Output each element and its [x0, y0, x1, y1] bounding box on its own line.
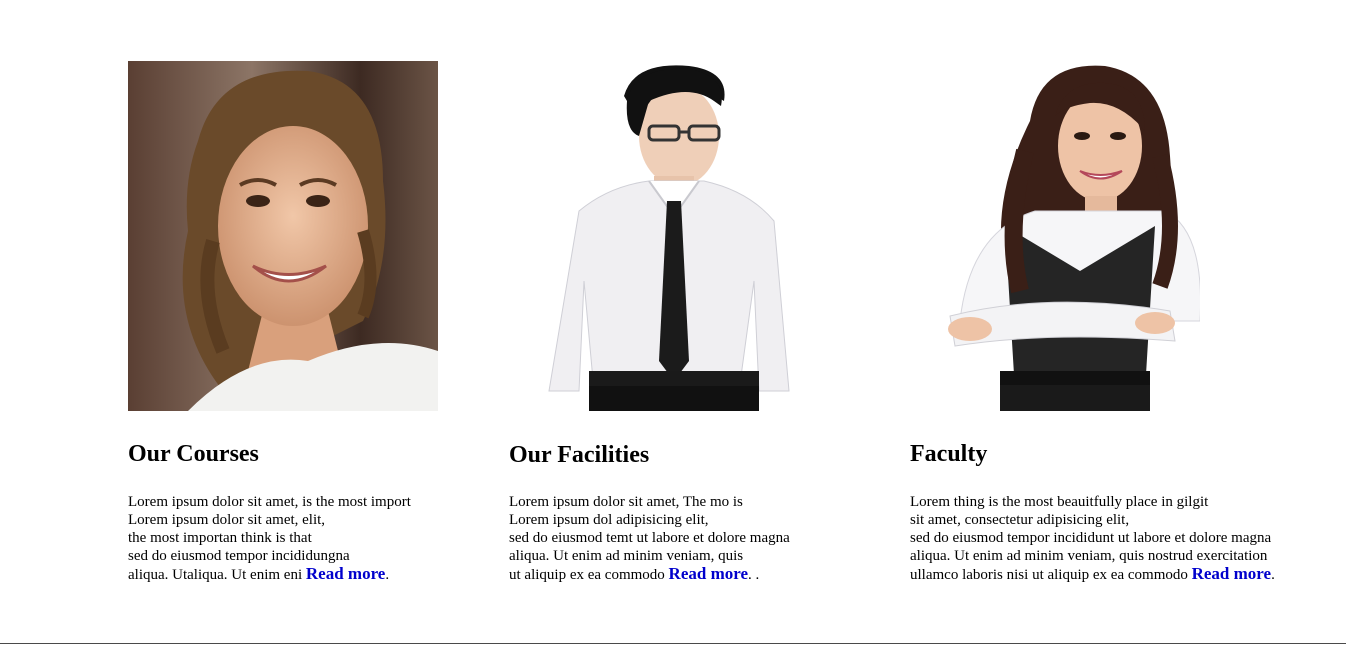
description-line: aliqua. Utaliqua. Ut enim eni	[128, 567, 306, 583]
courses-photo	[128, 61, 438, 411]
description-line: sit amet, consectetur adipisicing elit,	[910, 512, 1130, 528]
description-line: Lorem ipsum dol adipisicing elit,	[509, 512, 709, 528]
card-description: Lorem ipsum dolor sit amet, The mo is Lo…	[509, 493, 790, 584]
card-description: Lorem thing is the most beauitfully plac…	[910, 493, 1275, 584]
card-description: Lorem ipsum dolor sit amet, is the most …	[128, 493, 411, 584]
faculty-photo	[930, 61, 1200, 411]
description-line: ullamco laboris nisi ut aliquip ex ea co…	[910, 567, 1192, 583]
description-line: sed do eiusmod tempor incididungna	[128, 548, 350, 564]
description-tail: . .	[748, 567, 760, 583]
description-line: Lorem ipsum dolor sit amet, elit,	[128, 512, 326, 528]
card-title: Our Facilities	[509, 442, 650, 468]
read-more-link[interactable]: Read more	[306, 564, 385, 583]
description-line: Lorem thing is the most beauitfully plac…	[910, 494, 1209, 510]
description-line: sed do eiusmod temt ut labore et dolore …	[509, 530, 790, 546]
description-line: Lorem ipsum dolor sit amet, The mo is	[509, 494, 743, 510]
description-line: ut aliquip ex ea commodo	[509, 567, 669, 583]
facilities-photo	[539, 61, 799, 411]
description-line: sed do eiusmod tempor incididunt ut labo…	[910, 530, 1272, 546]
description-tail: .	[385, 567, 390, 583]
card-title: Faculty	[910, 441, 988, 467]
card-title: Our Courses	[128, 441, 259, 467]
description-last-line: ullamco laboris nisi ut aliquip ex ea co…	[910, 565, 1275, 584]
read-more-link[interactable]: Read more	[1192, 564, 1271, 583]
description-line: aliqua. Ut enim ad minim veniam, quis no…	[910, 548, 1268, 564]
footer-divider	[0, 643, 1346, 644]
description-last-line: ut aliquip ex ea commodo Read more. .	[509, 565, 790, 584]
description-line: aliqua. Ut enim ad minim veniam, quis	[509, 548, 744, 564]
description-last-line: aliqua. Utaliqua. Ut enim eni Read more.	[128, 565, 411, 584]
description-tail: .	[1271, 567, 1275, 583]
description-line: Lorem ipsum dolor sit amet, is the most …	[128, 494, 411, 510]
description-line: the most importan think is that	[128, 530, 312, 546]
read-more-link[interactable]: Read more	[669, 564, 748, 583]
page: Our Courses Lorem ipsum dolor sit amet, …	[0, 0, 1346, 645]
